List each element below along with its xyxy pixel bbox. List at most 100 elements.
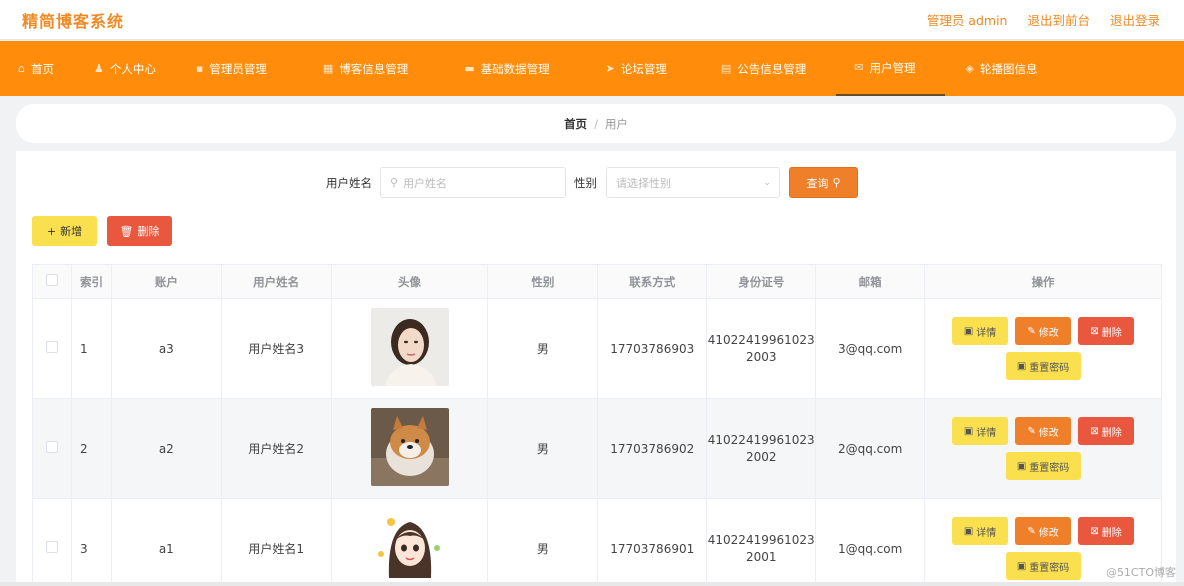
nav-item-user-management[interactable]: ✉ 用户管理	[836, 41, 946, 96]
avatar[interactable]	[370, 308, 449, 386]
pencil-icon: ✎	[1027, 525, 1036, 537]
gender-cell: 男	[487, 498, 599, 586]
query-button[interactable]: 查询 ⚲	[789, 167, 858, 198]
table-row: 3 a1 用户姓名1 男 17703786901 41022419961023 …	[32, 498, 1162, 586]
reset-password-button[interactable]: ▣ 重置密码	[1005, 552, 1081, 580]
edit-button[interactable]: ✎ 修改	[1015, 517, 1072, 545]
id-number-cell: 41022419961023 2001	[706, 498, 817, 586]
avatar-cell	[330, 298, 489, 399]
column-header: 身份证号	[706, 264, 817, 299]
nav-item-blog-management[interactable]: ▦ 博客信息管理	[315, 41, 426, 96]
plus-icon: +	[46, 224, 57, 238]
column-header: 性别	[487, 264, 599, 299]
nav-item-profile[interactable]: ♟ 个人中心	[86, 41, 174, 96]
avatar[interactable]	[370, 508, 449, 586]
column-header: 索引	[70, 264, 112, 299]
id-number-line: 41022419961023	[707, 333, 815, 347]
table-row: 1 a3 用户姓名3 男 17703786903 41022419961023 …	[32, 298, 1162, 399]
detail-label: 详情	[976, 527, 997, 539]
batch-delete-button[interactable]: 🗑 删除	[107, 216, 172, 246]
top-right-links: 管理员 admin 退出到前台 退出登录	[927, 10, 1160, 29]
detail-button[interactable]: ▣ 详情	[952, 317, 1009, 345]
row-checkbox[interactable]	[45, 541, 58, 553]
column-header: 操作	[924, 264, 1162, 299]
avatar-cell	[330, 498, 489, 586]
index-cell: 3	[70, 498, 112, 586]
trash-icon: 🗑	[119, 224, 134, 238]
nav-item-carousel[interactable]: ◈ 轮播图信息	[957, 41, 1055, 96]
name-search-input[interactable]: ⚲ 用户姓名	[380, 167, 566, 198]
horizontal-scrollbar[interactable]	[0, 582, 1184, 586]
gender-cell: 男	[487, 398, 599, 499]
nav-item-forum[interactable]: ➤ 论坛管理	[598, 41, 685, 96]
id-number-line: 2003	[745, 350, 777, 364]
reset-password-button[interactable]: ▣ 重置密码	[1005, 452, 1081, 480]
document-icon: ▣	[963, 525, 974, 537]
nav-item-label: 首页	[30, 61, 54, 76]
chevron-down-icon: ⌄	[763, 177, 771, 188]
pencil-icon: ✎	[1027, 325, 1036, 337]
detail-button[interactable]: ▣ 详情	[952, 517, 1009, 545]
nav-item-admin-management[interactable]: ▪ 管理员管理	[188, 41, 285, 96]
nav-item-label: 论坛管理	[620, 61, 667, 76]
send-icon: ➤	[605, 62, 615, 75]
delete-label: 删除	[1101, 527, 1122, 539]
delete-button[interactable]: ⊠ 删除	[1078, 317, 1135, 345]
search-icon: ⚲	[390, 176, 399, 189]
document-icon: ▤	[720, 62, 732, 75]
edit-button[interactable]: ✎ 修改	[1015, 317, 1072, 345]
row-checkbox[interactable]	[45, 441, 58, 453]
select-all-checkbox[interactable]	[45, 274, 58, 286]
trash-icon: ⊠	[1090, 525, 1099, 537]
edit-label: 修改	[1038, 427, 1059, 439]
row-select-cell	[32, 498, 72, 586]
id-number-cell: 41022419961023 2003	[706, 298, 817, 399]
email-cell: 3@qq.com	[815, 298, 926, 399]
app-title: 精简博客系统	[22, 12, 125, 31]
main-nav: ⌂ 首页 ♟ 个人中心 ▪ 管理员管理 ▦ 博客信息管理 ▬ 基础数据管理 ➤ …	[0, 41, 1184, 96]
grid-icon: ▦	[322, 62, 334, 75]
briefcase-icon: ▬	[464, 62, 475, 75]
detail-button[interactable]: ▣ 详情	[952, 417, 1009, 445]
breadcrumb-home[interactable]: 首页	[564, 116, 587, 132]
document-icon: ▣	[1016, 560, 1027, 572]
delete-button[interactable]: ⊠ 删除	[1078, 417, 1135, 445]
gender-select[interactable]: 请选择性别 ⌄	[606, 167, 780, 198]
nav-item-label: 博客信息管理	[339, 61, 409, 76]
nav-item-base-data[interactable]: ▬ 基础数据管理	[456, 41, 567, 96]
avatar[interactable]	[370, 408, 449, 486]
trash-icon: ⊠	[1090, 425, 1099, 437]
avatar-cell	[330, 398, 489, 499]
gender-label: 性别	[574, 176, 597, 190]
id-number-line: 2001	[745, 550, 777, 564]
index-cell: 2	[70, 398, 112, 499]
add-button-label: 新增	[60, 225, 83, 238]
row-checkbox[interactable]	[45, 341, 58, 353]
delete-label: 删除	[1101, 427, 1122, 439]
delete-button[interactable]: ⊠ 删除	[1078, 517, 1135, 545]
exit-to-front-link[interactable]: 退出到前台	[1027, 10, 1090, 29]
reset-password-button[interactable]: ▣ 重置密码	[1005, 352, 1081, 380]
edit-button[interactable]: ✎ 修改	[1015, 417, 1072, 445]
name-label: 用户姓名	[326, 176, 372, 190]
add-button[interactable]: + 新增	[32, 216, 97, 246]
column-header: 账户	[110, 264, 222, 299]
mail-icon: ✉	[854, 61, 864, 74]
breadcrumb-separator: /	[594, 116, 598, 131]
logout-link[interactable]: 退出登录	[1110, 10, 1160, 29]
gender-cell: 男	[487, 298, 599, 399]
actions-cell: ▣ 详情 ✎ 修改 ⊠ 删除 ▣ 重置密码	[924, 398, 1162, 499]
edit-label: 修改	[1038, 527, 1059, 539]
column-header: 头像	[330, 264, 489, 299]
gender-placeholder: 请选择性别	[616, 176, 671, 190]
id-number-line: 41022419961023	[707, 533, 815, 547]
user-table: 索引 账户 用户姓名 头像 性别 联系方式 身份证号 邮箱 操作 1 a3 用户…	[32, 264, 1162, 586]
row-select-cell	[32, 298, 72, 399]
breadcrumb-current: 用户	[604, 116, 628, 131]
admin-label[interactable]: 管理员 admin	[927, 10, 1008, 29]
account-cell: a3	[110, 298, 222, 399]
nav-item-home[interactable]: ⌂ 首页	[10, 41, 72, 96]
nav-item-notice[interactable]: ▤ 公告信息管理	[713, 41, 824, 96]
column-header: 联系方式	[597, 264, 708, 299]
delete-button-label: 删除	[137, 225, 160, 238]
